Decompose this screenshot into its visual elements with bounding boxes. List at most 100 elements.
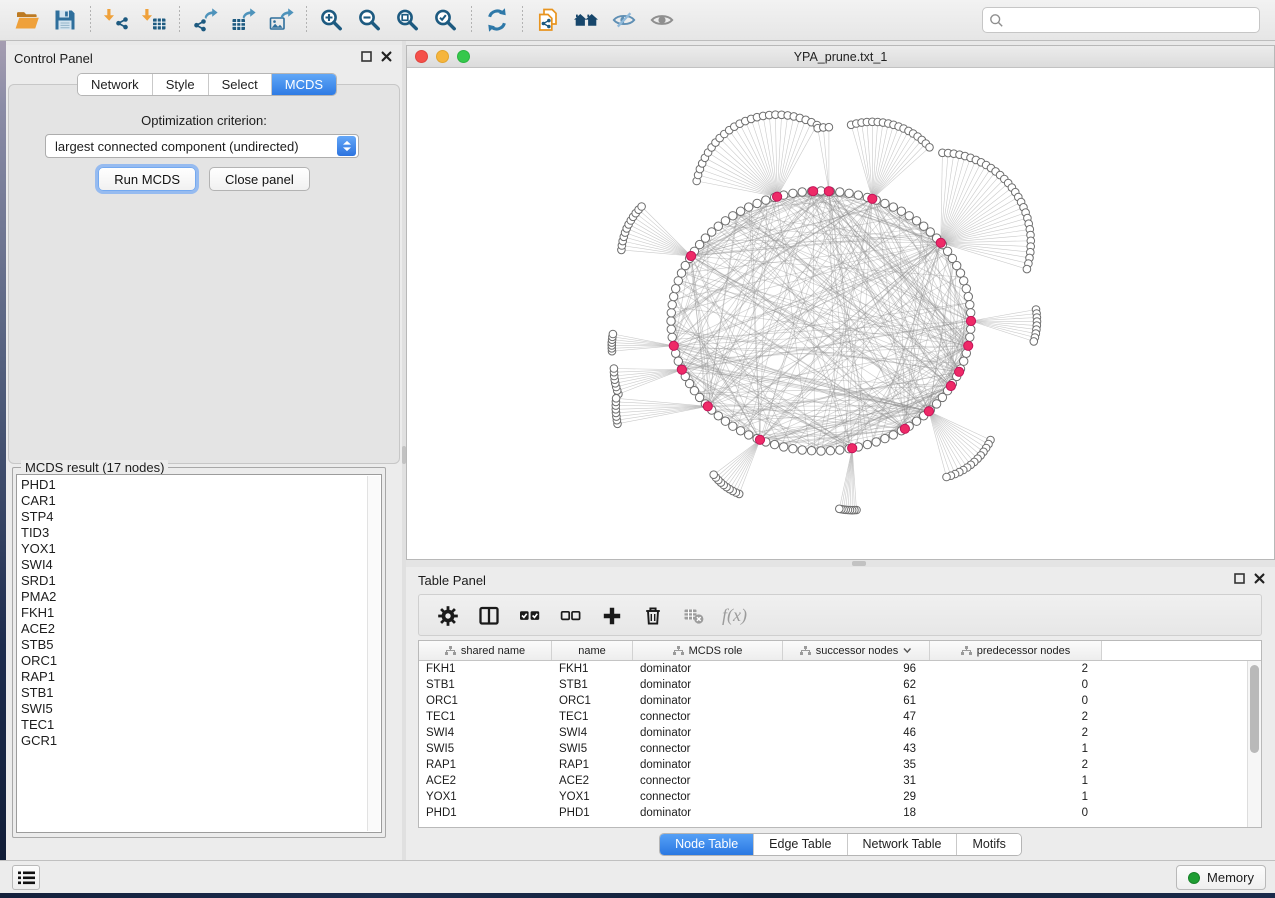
- ring-node[interactable]: [736, 207, 744, 215]
- satellite-node[interactable]: [612, 395, 620, 403]
- table-scrollbar[interactable]: [1247, 661, 1261, 827]
- eye-button[interactable]: [643, 3, 681, 37]
- dominator-node[interactable]: [669, 341, 678, 350]
- satellite-node[interactable]: [609, 330, 617, 338]
- mcds-result-item[interactable]: ORC1: [21, 653, 381, 669]
- mcds-result-item[interactable]: RAP1: [21, 669, 381, 685]
- ring-node[interactable]: [672, 285, 680, 293]
- table-row[interactable]: SWI4SWI4dominator462: [419, 725, 1261, 741]
- save-button[interactable]: [46, 3, 84, 37]
- horizontal-splitter-grip[interactable]: [852, 561, 866, 566]
- mcds-list-scrollbar[interactable]: [367, 476, 380, 831]
- mcds-result-item[interactable]: TEC1: [21, 717, 381, 733]
- run-mcds-button[interactable]: Run MCDS: [98, 167, 196, 191]
- dominator-node[interactable]: [809, 187, 818, 196]
- dominator-node[interactable]: [824, 187, 833, 196]
- satellite-node[interactable]: [943, 473, 951, 481]
- ring-node[interactable]: [674, 277, 682, 285]
- mcds-result-item[interactable]: TID3: [21, 525, 381, 541]
- ring-node[interactable]: [836, 446, 844, 454]
- ring-node[interactable]: [721, 417, 729, 425]
- dominator-node[interactable]: [900, 424, 909, 433]
- table-row[interactable]: ACE2ACE2connector311: [419, 773, 1261, 789]
- column-header-predecessor-nodes[interactable]: predecessor nodes: [930, 641, 1102, 660]
- ring-node[interactable]: [912, 217, 920, 225]
- table-row[interactable]: YOX1YOX1connector291: [419, 789, 1261, 805]
- satellite-node[interactable]: [1030, 338, 1038, 346]
- unselect-all-button[interactable]: [552, 598, 589, 632]
- ring-node[interactable]: [905, 212, 913, 220]
- mcds-result-item[interactable]: STB5: [21, 637, 381, 653]
- ring-node[interactable]: [966, 301, 974, 309]
- ring-node[interactable]: [960, 277, 968, 285]
- mcds-result-item[interactable]: PMA2: [21, 589, 381, 605]
- dominator-node[interactable]: [946, 381, 955, 390]
- tab-network[interactable]: Network: [78, 74, 153, 95]
- table-scrollbar-thumb[interactable]: [1250, 665, 1259, 753]
- ring-node[interactable]: [762, 196, 770, 204]
- satellite-node[interactable]: [610, 365, 618, 373]
- dominator-node[interactable]: [677, 365, 686, 374]
- clone-network-button[interactable]: [529, 3, 567, 37]
- ring-node[interactable]: [956, 269, 964, 277]
- mcds-result-item[interactable]: STB1: [21, 685, 381, 701]
- zoom-selected-button[interactable]: [427, 3, 465, 37]
- ring-node[interactable]: [667, 317, 675, 325]
- ring-node[interactable]: [854, 191, 862, 199]
- export-table-button[interactable]: [224, 3, 262, 37]
- ring-node[interactable]: [807, 447, 815, 455]
- table-row[interactable]: SWI5SWI5connector431: [419, 741, 1261, 757]
- ring-node[interactable]: [745, 203, 753, 211]
- add-column-button[interactable]: [593, 598, 630, 632]
- ring-node[interactable]: [881, 199, 889, 207]
- dominator-node[interactable]: [848, 444, 857, 453]
- table-row[interactable]: PHD1PHD1dominator180: [419, 805, 1261, 821]
- close-panel-button[interactable]: Close panel: [209, 167, 310, 191]
- ring-node[interactable]: [872, 438, 880, 446]
- import-table-button[interactable]: [135, 3, 173, 37]
- ring-node[interactable]: [714, 222, 722, 230]
- ring-node[interactable]: [863, 440, 871, 448]
- close-panel-icon[interactable]: [381, 51, 392, 62]
- select-all-button[interactable]: [511, 598, 548, 632]
- network-canvas[interactable]: [407, 68, 1274, 559]
- ring-node[interactable]: [897, 207, 905, 215]
- dominator-node[interactable]: [955, 367, 964, 376]
- ring-node[interactable]: [667, 325, 675, 333]
- column-header-MCDS-role[interactable]: MCDS role: [633, 641, 783, 660]
- ring-node[interactable]: [729, 212, 737, 220]
- ring-node[interactable]: [966, 333, 974, 341]
- ring-node[interactable]: [967, 325, 975, 333]
- ring-node[interactable]: [736, 427, 744, 435]
- zoom-in-button[interactable]: [313, 3, 351, 37]
- search-box[interactable]: [982, 7, 1260, 33]
- table-row[interactable]: ORC1ORC1dominator610: [419, 693, 1261, 709]
- mcds-result-item[interactable]: SRD1: [21, 573, 381, 589]
- split-columns-button[interactable]: [470, 598, 507, 632]
- ring-node[interactable]: [753, 199, 761, 207]
- eye-slash-button[interactable]: [605, 3, 643, 37]
- houses-button[interactable]: [567, 3, 605, 37]
- tab-motifs[interactable]: Motifs: [957, 834, 1020, 855]
- open-folder-button[interactable]: [8, 3, 46, 37]
- ring-node[interactable]: [962, 285, 970, 293]
- mcds-result-list[interactable]: PHD1CAR1STP4TID3YOX1SWI4SRD1PMA2FKH1ACE2…: [16, 474, 382, 833]
- ring-node[interactable]: [668, 301, 676, 309]
- mcds-result-item[interactable]: ACE2: [21, 621, 381, 637]
- dominator-node[interactable]: [964, 341, 973, 350]
- ring-node[interactable]: [817, 447, 825, 455]
- task-history-button[interactable]: [12, 865, 40, 890]
- optimization-criterion-select[interactable]: largest connected component (undirected): [45, 134, 359, 158]
- satellite-node[interactable]: [710, 471, 718, 479]
- dominator-node[interactable]: [703, 402, 712, 411]
- dominator-node[interactable]: [966, 316, 975, 325]
- tab-node-table[interactable]: Node Table: [660, 834, 754, 855]
- mcds-result-item[interactable]: SWI4: [21, 557, 381, 573]
- ring-node[interactable]: [667, 309, 675, 317]
- dominator-node[interactable]: [936, 238, 945, 247]
- ring-node[interactable]: [770, 440, 778, 448]
- ring-node[interactable]: [721, 217, 729, 225]
- ring-node[interactable]: [674, 357, 682, 365]
- mcds-result-item[interactable]: YOX1: [21, 541, 381, 557]
- dominator-node[interactable]: [868, 194, 877, 203]
